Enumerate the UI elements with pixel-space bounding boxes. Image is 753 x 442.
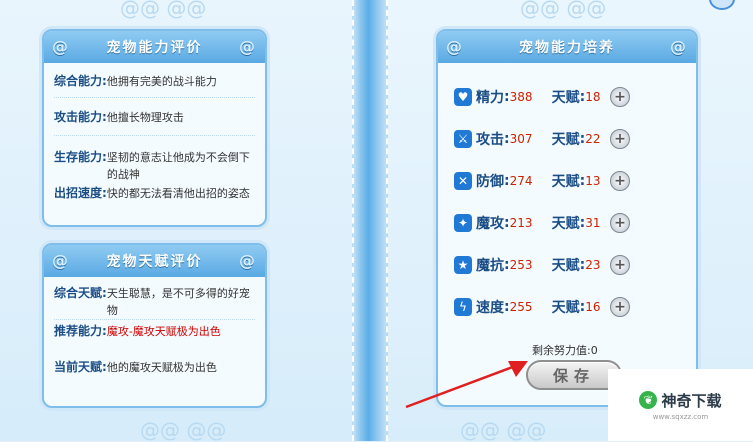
talent-label: 当前天赋 xyxy=(54,360,103,374)
remaining-label: 剩余努力值: xyxy=(532,344,591,357)
swirl-left-icon: @ xyxy=(52,251,70,270)
talent-value: 13 xyxy=(585,174,601,188)
brand-text: 神奇下载 xyxy=(661,391,722,410)
swirl-right-icon: @ xyxy=(239,251,257,270)
stat-name: 攻击 xyxy=(476,132,504,148)
talent-label: 综合天赋 xyxy=(54,286,103,300)
add-attack-button[interactable]: + xyxy=(610,129,630,149)
swirl-decoration: @@ @@ xyxy=(140,418,227,442)
stat-value: 253 xyxy=(509,258,533,272)
eval-value: 他擅长物理攻击 xyxy=(106,111,184,124)
remaining-value: 0 xyxy=(590,344,598,357)
add-stamina-button[interactable]: + xyxy=(610,87,630,107)
stat-value: 213 xyxy=(509,216,533,230)
stat-row-speed: ϟ 速度: 255 天赋: 16 xyxy=(454,295,609,319)
add-magic-resist-button[interactable]: + xyxy=(610,255,630,275)
star-shield-icon: ★ xyxy=(454,256,472,274)
stat-row-magic-resist: ★ 魔抗: 253 天赋: 23 xyxy=(454,253,609,277)
arrow-head xyxy=(508,361,528,377)
annotation-arrow xyxy=(405,361,528,409)
swirl-decoration: @@ @@ xyxy=(460,418,547,442)
swirl-decoration: @@ @@ xyxy=(120,0,207,20)
remaining-points: 剩余努力值:0 xyxy=(532,342,598,358)
talent-row: 推荐能力: 魔攻-魔攻天赋极为出色 xyxy=(54,324,221,338)
eval-row: 生存能力: 坚韧的意志让他成为不会倒下的战神 xyxy=(54,149,257,183)
talent-row: 当前天赋: 他的魔攻天赋极为出色 xyxy=(54,360,217,374)
eval-row: 出招速度: 快的都无法看清他出招的姿态 xyxy=(54,186,250,200)
arrow-shaft xyxy=(405,363,519,409)
wand-icon: ✦ xyxy=(454,214,472,232)
eval-value: 他拥有完美的战斗能力 xyxy=(106,75,217,88)
talent-row: 综合天赋: 天生聪慧，是不可多得的好宠物 xyxy=(54,285,257,319)
swirl-right-icon: @ xyxy=(670,37,688,56)
eval-label: 出招速度 xyxy=(54,186,103,200)
stat-value: 307 xyxy=(509,132,533,146)
talent-value: 31 xyxy=(585,216,601,230)
watermark: ❦ 神奇下载 www.sqxzz.com xyxy=(608,369,753,441)
stat-row-defense: ✕ 防御: 274 天赋: 13 xyxy=(454,169,609,193)
heart-icon: ♥ xyxy=(454,88,472,106)
swirl-left-icon: @ xyxy=(446,37,464,56)
add-magic-attack-button[interactable]: + xyxy=(610,213,630,233)
talent-value: 22 xyxy=(585,132,601,146)
shield-icon: ✕ xyxy=(454,172,472,190)
talent-value: 天生聪慧，是不可多得的好宠物 xyxy=(106,287,250,317)
talent-label: 天赋 xyxy=(551,258,580,274)
stat-name: 速度 xyxy=(476,300,504,316)
talent-label: 天赋 xyxy=(551,90,580,106)
panel-title: 宠物天赋评价 xyxy=(106,254,203,270)
swirl-left-icon: @ xyxy=(52,37,70,56)
panel-header: @ 宠物能力培养 @ xyxy=(438,31,696,63)
eval-label: 生存能力 xyxy=(54,150,103,164)
talent-label: 天赋 xyxy=(551,132,580,148)
panel-header: @ 宠物能力评价 @ xyxy=(44,31,265,63)
add-defense-button[interactable]: + xyxy=(610,171,630,191)
panel-header: @ 宠物天赋评价 @ xyxy=(44,245,265,277)
stat-value: 255 xyxy=(509,300,533,314)
talent-label: 天赋 xyxy=(551,216,580,232)
swirl-right-icon: @ xyxy=(239,37,257,56)
talent-value: 魔攻-魔攻天赋极为出色 xyxy=(106,325,221,338)
eval-value: 快的都无法看清他出招的姿态 xyxy=(106,187,250,200)
watermark-url: www.sqxzz.com xyxy=(652,412,709,421)
panel-divider xyxy=(352,0,388,441)
eval-label: 综合能力 xyxy=(54,74,103,88)
row-divider xyxy=(54,135,255,136)
brand-logo-icon: ❦ xyxy=(639,391,658,409)
panel-title: 宠物能力培养 xyxy=(519,40,615,56)
eval-label: 攻击能力 xyxy=(54,110,103,124)
stat-name: 精力 xyxy=(476,90,504,106)
add-speed-button[interactable]: + xyxy=(610,297,630,317)
row-divider xyxy=(54,97,255,98)
talent-eval-panel: @ 宠物天赋评价 @ 综合天赋: 天生聪慧，是不可多得的好宠物 推荐能力: 魔攻… xyxy=(42,243,267,408)
swirl-decoration: @@ @@ xyxy=(520,0,607,20)
stat-value: 274 xyxy=(509,174,533,188)
stat-row-magic-attack: ✦ 魔攻: 213 天赋: 31 xyxy=(454,211,609,235)
eval-row: 攻击能力: 他擅长物理攻击 xyxy=(54,110,184,124)
sword-icon: ⚔ xyxy=(454,130,472,148)
talent-value: 23 xyxy=(585,258,601,272)
stat-name: 魔抗 xyxy=(476,258,504,274)
ability-eval-panel: @ 宠物能力评价 @ 综合能力: 他拥有完美的战斗能力 攻击能力: 他擅长物理攻… xyxy=(42,29,267,227)
row-divider xyxy=(54,319,255,320)
lightning-icon: ϟ xyxy=(454,298,472,316)
talent-value: 他的魔攻天赋极为出色 xyxy=(106,361,217,374)
stat-name: 魔攻 xyxy=(476,216,504,232)
stat-row-attack: ⚔ 攻击: 307 天赋: 22 xyxy=(454,127,609,151)
talent-label: 天赋 xyxy=(551,300,580,316)
ability-train-panel: @ 宠物能力培养 @ ♥ 精力: 388 天赋: 18 + 0 ⚔ 攻击: 30… xyxy=(436,29,698,407)
eval-row: 综合能力: 他拥有完美的战斗能力 xyxy=(54,74,217,88)
eval-value: 坚韧的意志让他成为不会倒下的战神 xyxy=(106,151,250,181)
stat-name: 防御 xyxy=(476,174,504,190)
panel-title: 宠物能力评价 xyxy=(106,40,203,56)
talent-value: 18 xyxy=(585,90,601,104)
talent-label: 天赋 xyxy=(551,174,580,190)
stat-value: 388 xyxy=(509,90,533,104)
talent-label: 推荐能力 xyxy=(54,324,103,338)
talent-value: 16 xyxy=(585,300,601,314)
stat-row-stamina: ♥ 精力: 388 天赋: 18 xyxy=(454,85,609,109)
watermark-brand: ❦ 神奇下载 xyxy=(639,390,722,411)
